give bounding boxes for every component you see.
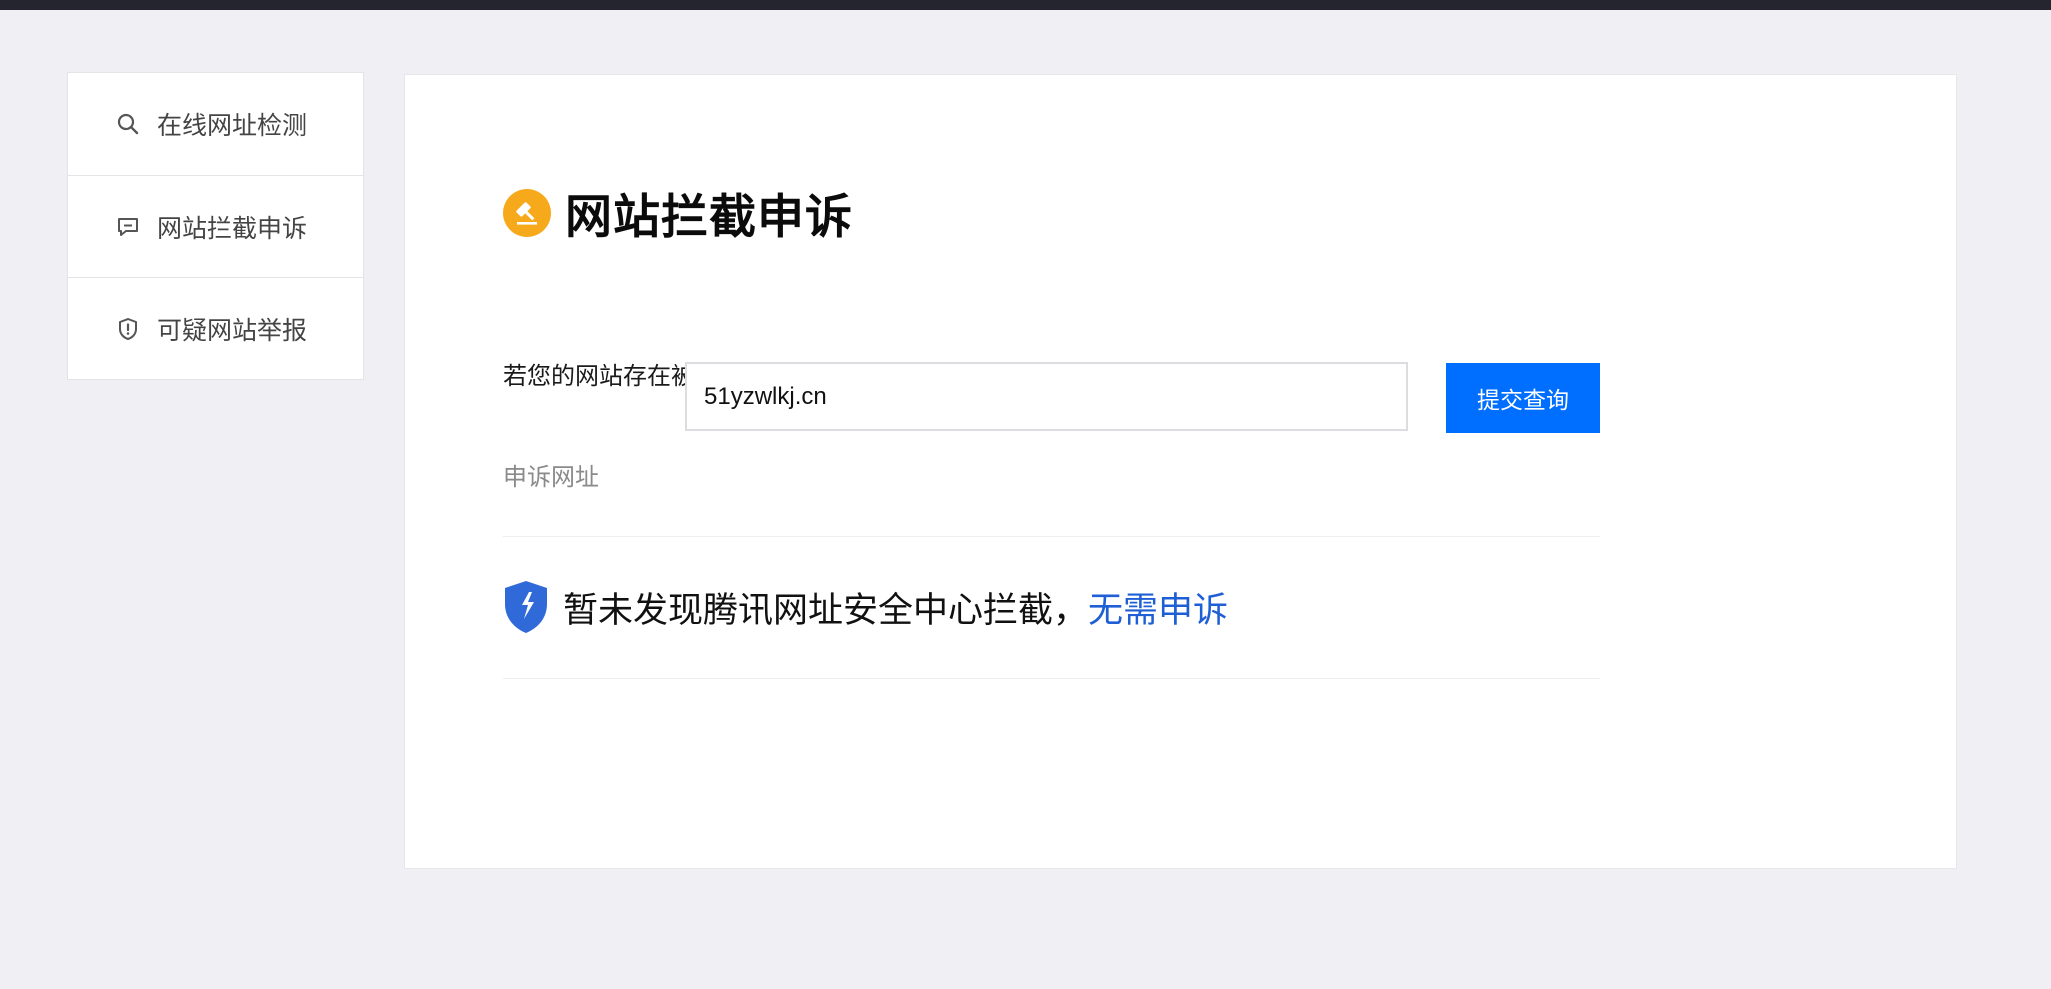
url-field-label: 申诉网址 <box>503 463 599 491</box>
top-bar <box>0 0 2051 10</box>
sidebar-item-label: 可疑网站举报 <box>157 315 308 345</box>
gavel-icon <box>503 188 551 237</box>
appeal-url-input[interactable] <box>685 362 1408 431</box>
search-icon <box>115 111 141 137</box>
sidebar-item-url-check[interactable]: 在线网址检测 <box>68 73 363 175</box>
chat-bubble-icon <box>115 214 141 240</box>
sidebar-item-report[interactable]: 可疑网站举报 <box>68 277 363 379</box>
sidebar-item-appeal[interactable]: 网站拦截申诉 <box>68 175 363 277</box>
result-text: 暂未发现腾讯网址安全中心拦截， <box>563 590 1089 631</box>
shield-alert-icon <box>115 316 141 342</box>
divider-bottom <box>503 678 1600 679</box>
sidebar-item-label: 在线网址检测 <box>157 111 308 140</box>
submit-query-button[interactable]: 提交查询 <box>1446 363 1600 433</box>
sidebar: 在线网址检测 网站拦截申诉 可疑网站举报 <box>67 72 364 380</box>
sidebar-item-label: 网站拦截申诉 <box>157 213 308 243</box>
page-title: 网站拦截申诉 <box>565 190 853 245</box>
shield-lightning-icon <box>503 580 549 634</box>
no-appeal-needed-link[interactable]: 无需申诉 <box>1088 582 1228 633</box>
page-header: 网站拦截申诉 <box>503 178 853 247</box>
divider-top <box>503 536 1600 537</box>
result-message: 暂未发现腾讯网址安全中心拦截， 无需申诉 <box>503 580 1228 634</box>
appeal-card: 网站拦截申诉 若您的网站存在被腾讯网址安全中心误拦截的情况，可以在输入框填入网址… <box>404 74 1957 869</box>
